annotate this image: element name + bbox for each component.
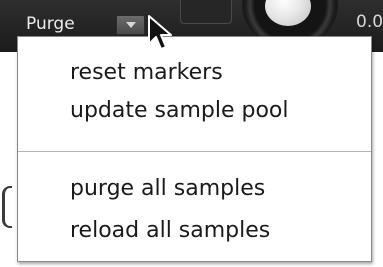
purge-label: Purge [26, 14, 75, 34]
mouse-cursor-icon [148, 15, 172, 50]
menu-separator [18, 151, 371, 152]
menu-item-update-sample-pool[interactable]: update sample pool [70, 97, 289, 125]
menu-item-reset-markers[interactable]: reset markers [70, 59, 223, 87]
chevron-down-icon [126, 22, 136, 28]
background-bracket-decor [2, 186, 12, 228]
screen: Purge 0.0 reset markers update sample po… [0, 0, 383, 267]
purge-context-menu: reset markers update sample pool purge a… [17, 36, 372, 262]
knob-value: 0.0 [356, 12, 383, 32]
panel-control-slot [180, 0, 232, 24]
purge-dropdown-button[interactable] [116, 15, 145, 35]
background-area [0, 52, 16, 267]
menu-item-reload-all-samples[interactable]: reload all samples [70, 217, 270, 245]
menu-item-purge-all-samples[interactable]: purge all samples [70, 175, 265, 203]
